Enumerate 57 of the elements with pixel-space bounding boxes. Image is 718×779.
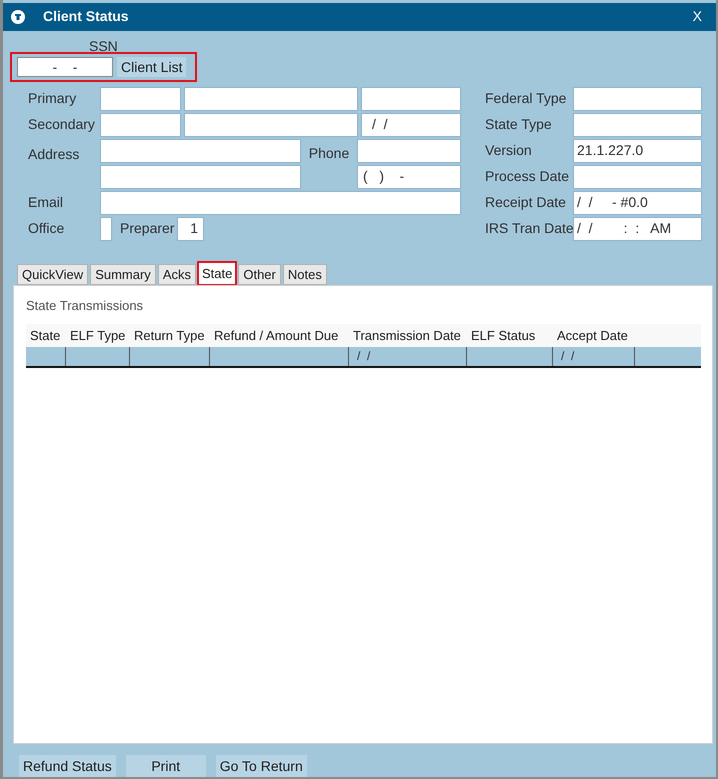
field-label: Federal Type — [485, 89, 568, 108]
action-button[interactable]: Refund Status — [19, 755, 116, 777]
text-field[interactable] — [573, 164, 702, 189]
window-title: Client Status — [43, 7, 129, 26]
table-cell: / / — [349, 346, 467, 366]
text-field[interactable] — [100, 112, 181, 137]
field-label: Address — [28, 146, 80, 162]
table-cell: / / — [553, 346, 635, 366]
tab[interactable]: Summary — [90, 264, 156, 285]
column-header: ELF Type — [69, 326, 126, 345]
field-label: Preparer — [120, 219, 176, 238]
section-title: State Transmissions — [26, 298, 144, 313]
action-button[interactable]: Go To Return — [216, 755, 307, 777]
text-field[interactable] — [100, 190, 461, 215]
field-label: SSN — [89, 38, 118, 54]
tab[interactable]: State — [198, 262, 236, 285]
field-label: Secondary — [28, 115, 96, 134]
column-header: Return Type — [133, 326, 206, 345]
column-header: State — [29, 326, 62, 345]
app-icon — [11, 10, 25, 24]
field-label: Primary — [28, 89, 78, 108]
column-header: ELF Status — [470, 326, 536, 345]
field-label: Version — [485, 141, 533, 160]
ssn-field[interactable]: - - — [17, 56, 113, 77]
text-field[interactable] — [184, 112, 358, 137]
client-list-button[interactable]: Client List — [117, 56, 186, 77]
action-button[interactable]: Print — [126, 755, 206, 777]
text-field[interactable] — [357, 138, 461, 163]
text-field[interactable] — [184, 86, 358, 111]
text-field[interactable] — [361, 86, 461, 111]
text-field[interactable]: / / - #0.0 — [573, 190, 702, 215]
field-label: Office — [28, 219, 66, 238]
text-field[interactable] — [100, 138, 301, 163]
field-label: Receipt Date — [485, 193, 567, 212]
field-label: Process Date — [485, 167, 570, 186]
text-field[interactable] — [100, 86, 181, 111]
tab[interactable]: Other — [238, 264, 281, 285]
field-label: Email — [28, 193, 64, 212]
field-label: State Type — [485, 115, 553, 134]
text-field[interactable]: / / : : AM — [573, 216, 702, 241]
tab[interactable]: Acks — [158, 264, 196, 285]
tab[interactable]: QuickView — [17, 264, 88, 285]
text-field[interactable]: 1 — [177, 216, 204, 241]
text-field[interactable]: ( ) - — [357, 164, 461, 189]
text-field[interactable] — [100, 164, 301, 189]
field-label: Phone — [308, 144, 350, 163]
tab[interactable]: Notes — [282, 264, 327, 285]
column-header: Accept Date — [556, 326, 629, 345]
close-button[interactable]: X — [692, 6, 702, 28]
text-field[interactable] — [100, 216, 112, 241]
field-label: IRS Tran Date — [485, 219, 573, 238]
text-field[interactable] — [573, 112, 702, 137]
column-header: Refund / Amount Due — [213, 326, 340, 345]
text-field[interactable]: 21.1.227.0 — [573, 138, 702, 163]
text-field[interactable]: / / — [361, 112, 461, 137]
text-field[interactable] — [573, 86, 702, 111]
column-header: Transmission Date — [352, 326, 462, 345]
